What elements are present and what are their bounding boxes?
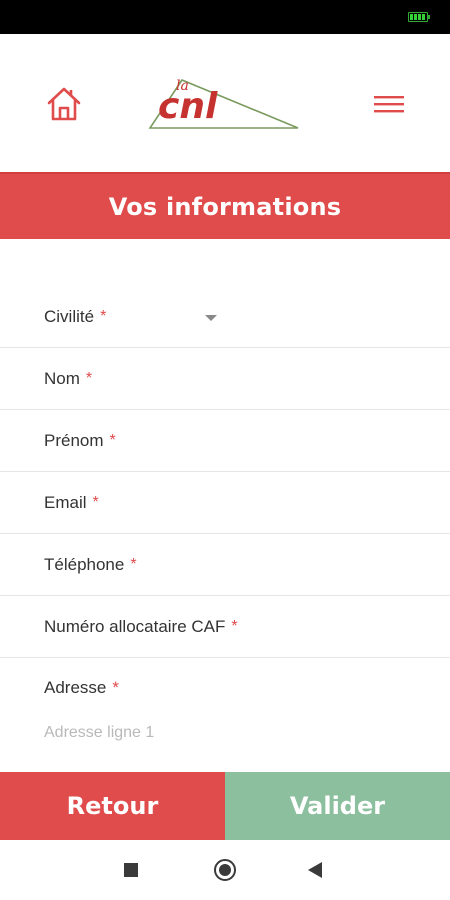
name-field[interactable]: Nom *	[0, 348, 450, 410]
address-line1-input[interactable]	[44, 724, 424, 742]
caf-number-field[interactable]: Numéro allocataire CAF *	[0, 596, 450, 658]
page-title: Vos informations	[108, 192, 342, 221]
address-label: Adresse	[44, 678, 107, 697]
email-label: Email	[44, 492, 87, 512]
back-button[interactable]: Retour	[0, 772, 225, 840]
civility-select[interactable]: Civilité *	[0, 286, 450, 348]
required-mark: *	[231, 617, 238, 635]
recent-apps-icon[interactable]	[124, 863, 138, 877]
address-label-wrap: Adresse *	[44, 678, 119, 698]
first-name-field[interactable]: Prénom *	[0, 410, 450, 472]
cnl-logo: la cnl	[148, 74, 304, 136]
validate-button-label: Valider	[289, 792, 386, 820]
home-circle-icon[interactable]	[214, 859, 236, 881]
required-mark: *	[130, 555, 137, 573]
validate-button[interactable]: Valider	[225, 772, 450, 840]
required-mark: *	[109, 431, 116, 449]
home-icon	[47, 87, 81, 121]
address-section: Adresse *	[0, 658, 450, 768]
home-button[interactable]	[44, 84, 84, 124]
required-mark: *	[100, 307, 107, 325]
menu-button[interactable]	[370, 90, 408, 120]
caf-number-label: Numéro allocataire CAF	[44, 616, 226, 636]
required-mark: *	[112, 678, 119, 697]
required-mark: *	[92, 493, 99, 511]
hamburger-menu-icon	[374, 96, 404, 113]
bottom-actions: Retour Valider	[0, 772, 450, 840]
phone-field[interactable]: Téléphone *	[0, 534, 450, 596]
status-bar	[0, 0, 450, 34]
back-triangle-icon[interactable]	[308, 862, 322, 878]
title-banner: Vos informations	[0, 172, 450, 239]
user-info-form: Civilité * Nom * Prénom * Email * Téléph…	[0, 286, 450, 768]
system-nav-bar	[0, 840, 450, 900]
dropdown-arrow-icon[interactable]	[205, 315, 217, 321]
name-label: Nom	[44, 368, 80, 388]
back-button-label: Retour	[66, 792, 159, 820]
email-field[interactable]: Email *	[0, 472, 450, 534]
app-header: la cnl	[0, 34, 450, 172]
logo-text: cnl	[158, 86, 218, 127]
phone-label: Téléphone	[44, 554, 125, 574]
civility-label: Civilité	[44, 306, 95, 326]
first-name-label: Prénom	[44, 430, 104, 450]
required-mark: *	[85, 369, 93, 387]
battery-icon	[408, 12, 430, 22]
